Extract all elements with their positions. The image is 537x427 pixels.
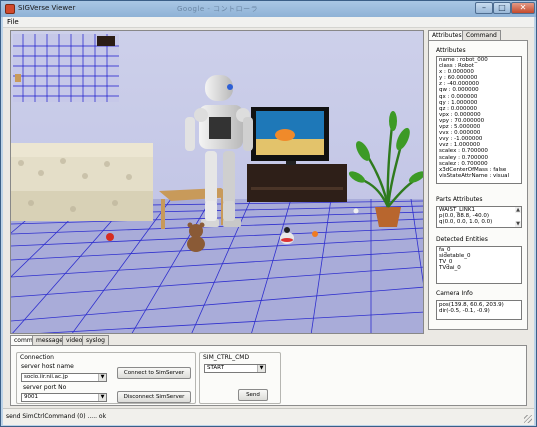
- minimap[interactable]: [13, 34, 119, 102]
- camera-info-title: Camera Info: [436, 290, 473, 297]
- parts-attributes-list[interactable]: WAIST_LINK1 p(0.0, 88.8, -40.0) q(0.0, 0…: [436, 206, 522, 228]
- orange-ball: [312, 231, 318, 237]
- attributes-title: Attributes: [436, 47, 466, 54]
- status-bar: send SimCtrlCommand (0) ..... ok: [3, 408, 534, 425]
- sofa: [11, 143, 153, 221]
- scroll-down-icon[interactable]: ▼: [515, 221, 521, 227]
- tab-command[interactable]: Command: [462, 30, 501, 40]
- title-bar[interactable]: SIGVerse Viewer Google - コントローラ – □ ✕: [1, 1, 536, 17]
- chevron-down-icon[interactable]: ▼: [98, 374, 106, 381]
- sim-ctrl-label: SIM_CTRL_CMD: [203, 354, 250, 361]
- connection-group: Connection server host name socio.iir.ni…: [16, 352, 196, 404]
- camera-info-box: pos(139.8, 60.6, 203.9) dir(-0.5, -0.1, …: [436, 300, 522, 320]
- resize-grip-icon[interactable]: [524, 415, 532, 423]
- host-combo[interactable]: socio.iir.nii.ac.jp ▼: [21, 373, 107, 382]
- status-text: send SimCtrlCommand (0) ..... ok: [6, 413, 107, 420]
- maximize-button[interactable]: □: [493, 2, 511, 14]
- comm-panel: Connection server host name socio.iir.ni…: [10, 345, 527, 406]
- attributes-list[interactable]: name : robot_000 class : Robot x : 0.000…: [436, 56, 522, 184]
- app-window: SIGVerse Viewer Google - コントローラ – □ ✕ Fi…: [0, 0, 537, 427]
- camera-dir: dir(-0.5, -0.1, -0.9): [439, 308, 490, 315]
- disconnect-button[interactable]: Disconnect SimServer: [117, 391, 191, 403]
- window-title: SIGVerse Viewer: [18, 4, 76, 12]
- tv: [251, 107, 329, 165]
- scroll-up-icon[interactable]: ▲: [515, 207, 521, 213]
- menu-file[interactable]: File: [7, 18, 19, 26]
- sim-command-value: START: [207, 365, 224, 371]
- camera-pos: pos(139.8, 60.6, 203.9): [439, 302, 504, 308]
- connect-button[interactable]: Connect to SimServer: [117, 367, 191, 379]
- host-value: socio.iir.nii.ac.jp: [24, 374, 68, 380]
- connection-label: Connection: [20, 354, 54, 361]
- tab-syslog[interactable]: syslog: [82, 335, 109, 345]
- send-button[interactable]: Send: [238, 389, 268, 401]
- minimap-render: [13, 34, 119, 102]
- minimize-button[interactable]: –: [475, 2, 493, 14]
- red-ball: [106, 233, 114, 241]
- port-label: server port No: [23, 384, 67, 391]
- port-combo[interactable]: 9001 ▼: [21, 393, 107, 402]
- white-ball: [353, 208, 359, 214]
- attributes-panel: Attributes name : robot_000 class : Robo…: [428, 40, 528, 330]
- parts-attributes-title: Parts Attributes: [436, 196, 483, 203]
- menu-bar: File: [3, 17, 534, 28]
- chevron-down-icon[interactable]: ▼: [257, 365, 265, 372]
- close-button[interactable]: ✕: [511, 2, 535, 14]
- app-icon: [5, 4, 15, 14]
- attribute-line: visStateAttrName : visual: [439, 172, 510, 179]
- tv-stand: [247, 164, 347, 202]
- detected-entities-title: Detected Entities: [436, 236, 488, 243]
- entity-item[interactable]: TVdai_0: [437, 265, 521, 271]
- sim-ctrl-group: SIM_CTRL_CMD START ▼ Send: [199, 352, 281, 404]
- port-value: 9001: [24, 394, 38, 400]
- chevron-down-icon[interactable]: ▼: [98, 394, 106, 401]
- background-window-title: Google - コントローラ: [177, 5, 259, 13]
- sim-command-combo[interactable]: START ▼: [204, 364, 266, 373]
- detected-entities-list[interactable]: fa_0 sidetable_0 TV_0 TVdai_0: [436, 246, 522, 284]
- parts-line: q(0.0, 0.0, 1.0, 0.0): [439, 219, 493, 226]
- host-label: server host name: [21, 363, 74, 370]
